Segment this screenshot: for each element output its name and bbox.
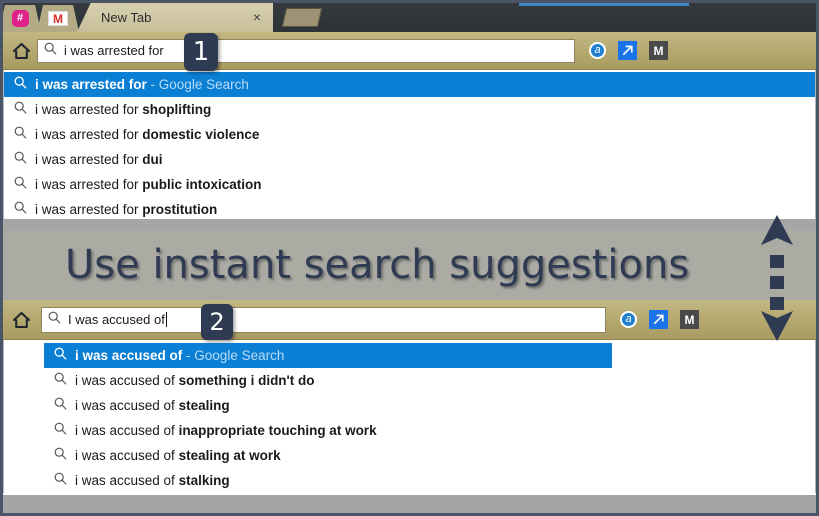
search-icon (14, 151, 27, 169)
top-blue-accent-line (519, 3, 689, 6)
amazon-extension-icon[interactable]: a (589, 42, 606, 59)
search-icon (54, 422, 67, 440)
suggestions-dropdown-bottom: i was accused of - Google Search i was a… (3, 340, 816, 493)
search-icon (14, 201, 27, 219)
suggestion-row[interactable]: i was accused of stalking (44, 468, 815, 493)
pinned-tab-gmail[interactable]: M (37, 5, 79, 32)
suggestion-label: i was arrested for - Google Search (35, 77, 249, 92)
step-badge-1: 1 (184, 33, 218, 71)
suggestion-label: i was accused of - Google Search (75, 348, 285, 363)
double-headed-dashed-arrow (757, 213, 797, 343)
suggestion-label: i was arrested for domestic violence (35, 127, 260, 142)
m-extension-icon[interactable]: M (680, 310, 699, 329)
search-icon (14, 76, 27, 94)
suggestion-row[interactable]: i was arrested for shoplifting (4, 97, 815, 122)
address-bar-text: I was accused of (68, 312, 165, 327)
suggestion-label: i was accused of stealing (75, 398, 230, 413)
tab-title: New Tab (101, 10, 152, 25)
suggestion-row[interactable]: i was accused of something i didn't do (44, 368, 815, 393)
suggestions-dropdown-top: i was arrested for - Google Search i was… (3, 70, 816, 219)
external-link-extension-icon[interactable] (649, 310, 668, 329)
search-icon (54, 447, 67, 465)
suggestion-row[interactable]: i was arrested for prostitution (4, 197, 815, 219)
search-icon (48, 311, 61, 329)
external-link-extension-icon[interactable] (618, 41, 637, 60)
suggestion-label: i was accused of stealing at work (75, 448, 281, 463)
suggestion-label: i was arrested for dui (35, 152, 163, 167)
suggestion-row[interactable]: i was arrested for domestic violence (4, 122, 815, 147)
search-icon (14, 176, 27, 194)
step-badge-2: 2 (201, 304, 233, 340)
extension-icons-bottom: a M (620, 310, 699, 329)
browser-window-top: # M New Tab × i was arrested for a M i w… (3, 3, 816, 219)
address-bar-top[interactable]: i was arrested for (37, 38, 575, 63)
suggestion-label: i was accused of something i didn't do (75, 373, 315, 388)
m-extension-icon[interactable]: M (649, 41, 668, 60)
tab-new-tab[interactable]: New Tab × (77, 3, 273, 32)
suggestion-row[interactable]: i was accused of inappropriate touching … (44, 418, 815, 443)
search-icon (54, 347, 67, 365)
tab-strip: # M New Tab × (3, 3, 816, 32)
suggestion-row[interactable]: i was accused of stealing at work (44, 443, 815, 468)
browser-toolbar-bottom: I was accused of a M (3, 300, 816, 340)
bottom-gray-strip (3, 495, 816, 513)
gmail-icon: M (48, 11, 68, 26)
suggestion-label: i was arrested for prostitution (35, 202, 218, 217)
search-icon (14, 101, 27, 119)
browser-toolbar-top: i was arrested for a M (3, 32, 816, 70)
suggestion-row[interactable]: i was accused of - Google Search (44, 343, 612, 368)
search-icon (54, 372, 67, 390)
suggestion-row[interactable]: i was arrested for dui (4, 147, 815, 172)
address-bar-text: i was arrested for (64, 43, 164, 58)
banner-text: Use instant search suggestions (65, 242, 690, 288)
home-icon[interactable] (7, 311, 35, 329)
close-icon[interactable]: × (253, 10, 261, 24)
suggestion-row[interactable]: i was accused of stealing (44, 393, 815, 418)
suggestion-label: i was accused of inappropriate touching … (75, 423, 377, 438)
browser-window-bottom: I was accused of a M i was accused of - … (3, 300, 816, 495)
address-bar-bottom[interactable]: I was accused of (41, 306, 606, 333)
text-cursor (165, 312, 167, 327)
extension-icons-top: a M (589, 41, 668, 60)
hash-icon: # (11, 10, 29, 27)
amazon-extension-icon[interactable]: a (620, 311, 637, 328)
search-icon (14, 126, 27, 144)
instruction-banner: Use instant search suggestions (3, 230, 816, 300)
browser-screenshot: # M New Tab × i was arrested for a M i w… (0, 0, 819, 516)
suggestion-label: i was arrested for public intoxication (35, 177, 262, 192)
search-icon (54, 472, 67, 490)
search-icon (44, 42, 57, 60)
suggestion-label: i was arrested for shoplifting (35, 102, 212, 117)
suggestion-row[interactable]: i was arrested for - Google Search (4, 72, 815, 97)
home-icon[interactable] (7, 42, 35, 60)
pinned-tab-hash[interactable]: # (3, 5, 41, 32)
suggestion-row[interactable]: i was arrested for public intoxication (4, 172, 815, 197)
search-icon (54, 397, 67, 415)
new-tab-button[interactable] (281, 8, 323, 27)
suggestion-label: i was accused of stalking (75, 473, 230, 488)
